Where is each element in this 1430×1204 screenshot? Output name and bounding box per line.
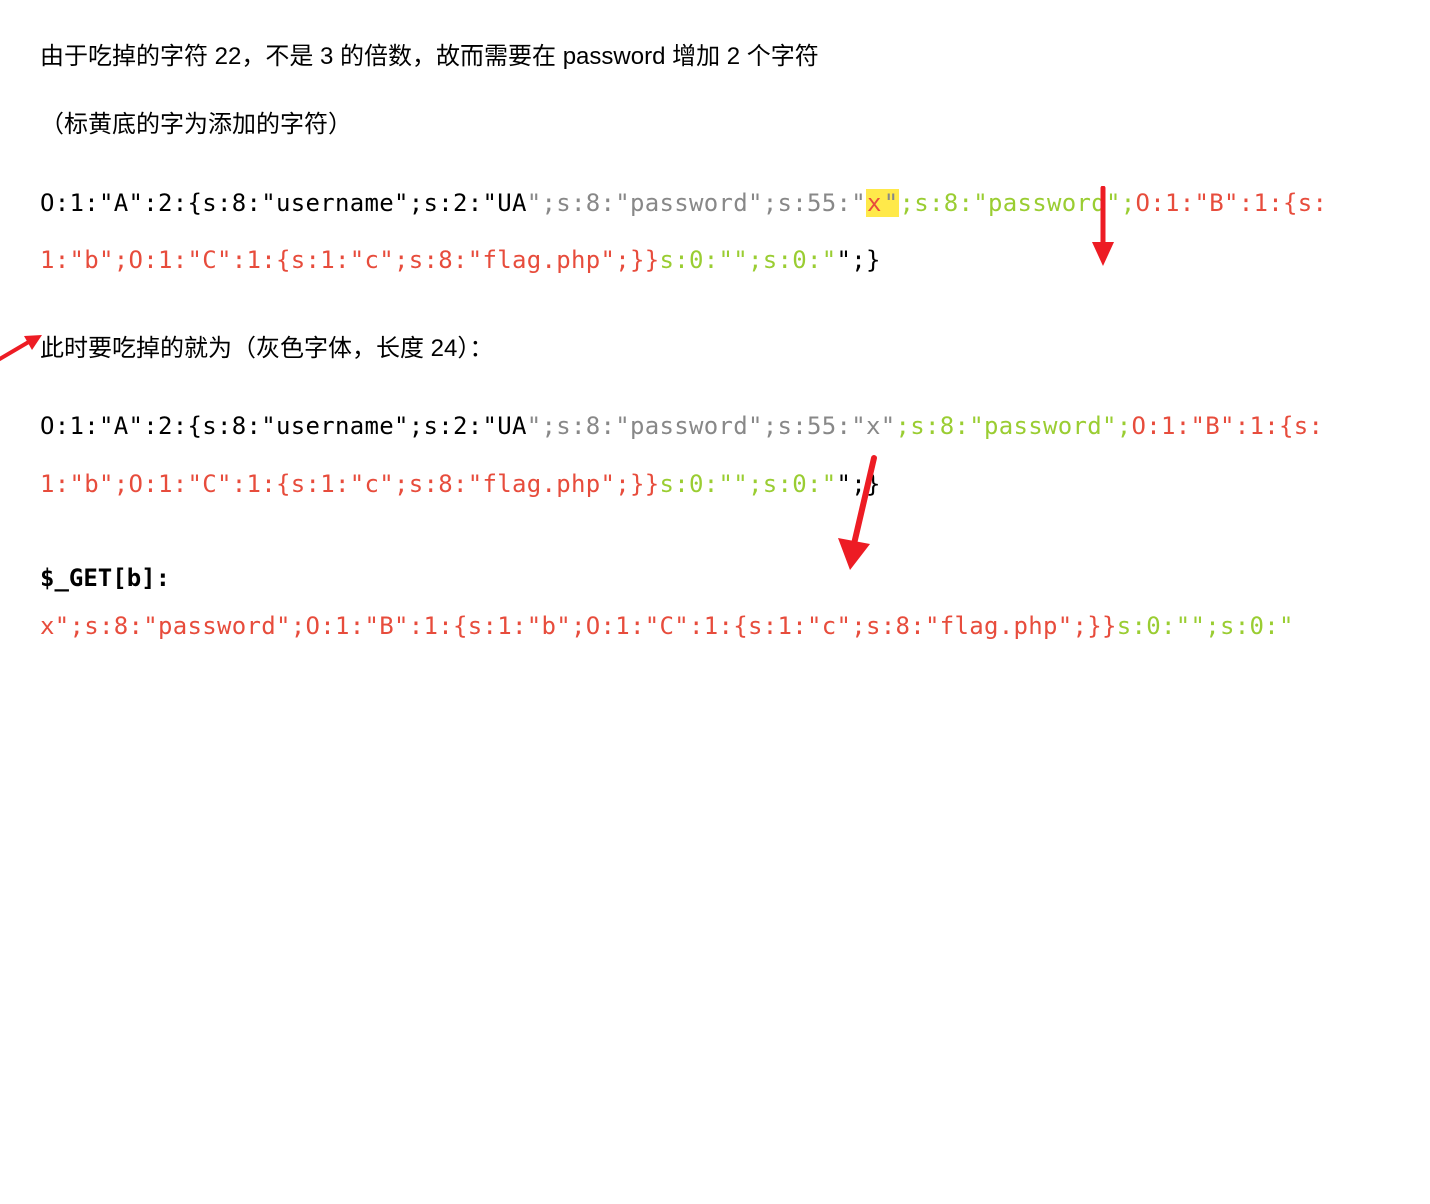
serialized-code-block-2: O:1:"A":2:{s:8:"username";s:2:"UA";s:8:"… <box>40 398 1390 513</box>
code3-seg-a: x";s:8:"password";O:1:"B":1:{s:1:"b";O:1… <box>40 612 1117 640</box>
get-b-label: $_GET[b]: <box>40 564 1390 592</box>
intro-paragraph-1: 由于吃掉的字符 22，不是 3 的倍数，故而需要在 password 增加 2 … <box>40 38 1390 76</box>
code2-seg-c: ;s:8:"password"; <box>895 412 1131 440</box>
serialized-code-block-1: O:1:"A":2:{s:8:"username";s:2:"UA";s:8:"… <box>40 175 1390 290</box>
code1-seg-a: O:1:"A":2:{s:8:"username";s:2:"UA <box>40 189 527 217</box>
intro-paragraph-2: （标黄底的字为添加的字符） <box>40 106 1390 144</box>
code2-seg-a: O:1:"A":2:{s:8:"username";s:2:"UA <box>40 412 527 440</box>
code1-seg-c-highlight: x <box>866 189 883 217</box>
code1-seg-h: ";} <box>836 246 880 274</box>
code1-seg-e: ;s:8:"password"; <box>899 189 1135 217</box>
code2-seg-b: ";s:8:"password";s:55:"x" <box>527 412 896 440</box>
code1-seg-g: s:0:"";s:0:" <box>659 246 836 274</box>
code2-seg-e: s:0:"";s:0:" <box>659 470 836 498</box>
get-b-code-block: x";s:8:"password";O:1:"B":1:{s:1:"b";O:1… <box>40 598 1390 656</box>
middle-paragraph: 此时要吃掉的就为（灰色字体，长度 24）： <box>40 330 1390 368</box>
code1-seg-d-highlight: " <box>883 189 900 217</box>
code3-seg-b: s:0:"";s:0:" <box>1117 612 1294 640</box>
code2-seg-f: ";} <box>836 470 880 498</box>
code1-seg-b: ";s:8:"password";s:55:" <box>527 189 866 217</box>
